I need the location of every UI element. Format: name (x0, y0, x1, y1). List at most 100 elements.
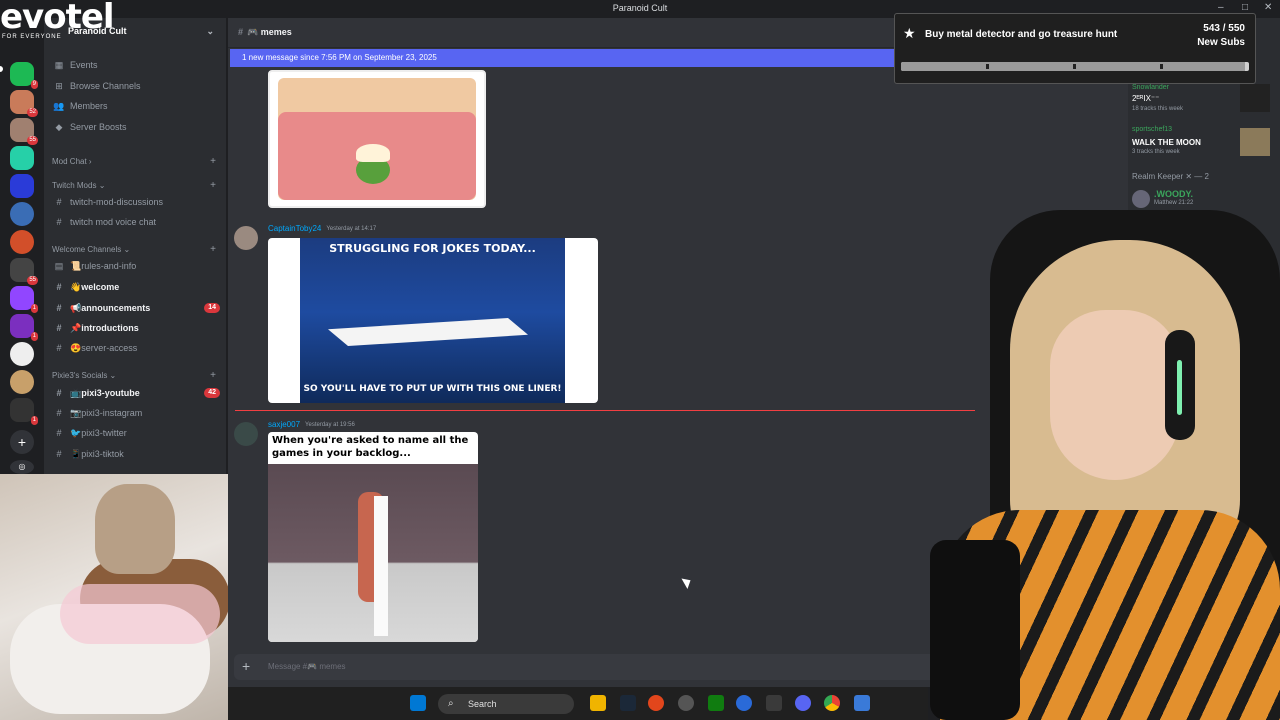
server-icon[interactable] (10, 370, 34, 394)
app-icon[interactable] (736, 695, 752, 711)
pet-webcam (0, 474, 228, 720)
channel-pixi3-tiktok[interactable]: # 📱pixi3-tiktok (52, 445, 220, 463)
avatar[interactable] (234, 226, 258, 250)
sidebar-item-browse-channels[interactable]: ⊞ Browse Channels (52, 77, 220, 95)
sidebar-item-members[interactable]: 👥 Members (52, 97, 220, 115)
category-label: Mod Chat (52, 156, 87, 166)
channel-introductions[interactable]: # 📌introductions (52, 319, 220, 337)
pet-blanket (60, 584, 220, 644)
category-pixie3-socials[interactable]: Pixie3's Socials ⌄ + (52, 368, 220, 382)
twitch-server-icon[interactable]: 1 (10, 286, 38, 313)
discover-icon[interactable]: ◎ (10, 460, 34, 474)
server-list: 9 52 55 55 1 1 1 + ◎ (0, 18, 44, 474)
category-mod-chat[interactable]: Mod Chat › + (52, 154, 220, 168)
channel-twitch-mod-discussions[interactable]: # twitch-mod-discussions (52, 193, 220, 211)
message-meta: CaptainToby24 Yesterday at 14:17 (268, 224, 376, 233)
calendar-icon: ▦ (54, 59, 64, 70)
goal-progress-bar (901, 62, 1249, 71)
close-icon[interactable]: ✕ (1264, 2, 1272, 13)
message-username[interactable]: CaptainToby24 (268, 224, 321, 233)
avatar[interactable] (234, 422, 258, 446)
terminal-icon[interactable] (766, 695, 782, 711)
maximize-icon[interactable]: □ (1242, 2, 1248, 13)
server-badge: 1 (30, 416, 38, 425)
xbox-icon[interactable] (708, 695, 724, 711)
star-icon: ★ (903, 25, 916, 41)
channel-rules-and-info[interactable]: ▤ 📜rules-and-info (52, 257, 220, 275)
progress-tick (986, 64, 989, 69)
windows-start-icon[interactable] (410, 695, 426, 711)
server-icon[interactable] (10, 230, 34, 254)
channel-name: twitch mod voice chat (70, 217, 157, 227)
message-username[interactable]: saxje007 (268, 420, 300, 429)
sidebar-item-events[interactable]: ▦ Events (52, 56, 220, 74)
message-input-placeholder[interactable]: Message #🎮 memes (268, 662, 346, 671)
meme-caption: When you're asked to name all the games … (272, 435, 469, 459)
app-icon[interactable] (854, 695, 870, 711)
progress-tick (1160, 64, 1163, 69)
new-messages-bar[interactable]: 1 new message since 7:56 PM on September… (230, 49, 898, 67)
track-title: WALK THE MOON (1132, 138, 1201, 147)
channel-welcome[interactable]: # 👋welcome (52, 278, 220, 296)
message-timestamp: Yesterday at 19:56 (305, 421, 355, 428)
server-icon[interactable]: 9 (10, 62, 38, 89)
channel-twitch-mod-voice-chat[interactable]: # twitch mod voice chat (52, 213, 220, 231)
app-icon[interactable] (648, 695, 664, 711)
category-twitch-mods[interactable]: Twitch Mods ⌄ + (52, 178, 220, 192)
sidebar-item-server-boosts[interactable]: ◆ Server Boosts (52, 118, 220, 136)
avatar[interactable] (1132, 190, 1150, 208)
channel-pixi3-youtube[interactable]: # 📺pixi3-youtube 42 (52, 384, 220, 402)
server-icon[interactable]: 1 (10, 398, 38, 425)
mouse-cursor-icon (681, 575, 694, 589)
long-paper-list (374, 496, 388, 636)
channel-pixi3-instagram[interactable]: # 📷pixi3-instagram (52, 404, 220, 422)
chrome-icon[interactable] (824, 695, 840, 711)
server-icon[interactable]: 1 (10, 314, 38, 341)
app-icon[interactable] (678, 695, 694, 711)
discord-icon[interactable] (795, 695, 811, 711)
meme-image[interactable]: STRUGGLING FOR JOKES TODAY... SO YOU'LL … (268, 238, 598, 403)
add-channel-icon[interactable]: + (210, 244, 216, 255)
channel-announcements[interactable]: # 📢announcements 14 (52, 299, 220, 317)
new-message-divider (235, 410, 975, 411)
window-title: Paranoid Cult (612, 3, 668, 13)
sub-goal-widget: ★ Buy metal detector and go treasure hun… (894, 13, 1256, 84)
sidebar-item-label: Members (70, 101, 108, 111)
add-server-icon[interactable]: + (10, 430, 34, 454)
server-icon[interactable]: 55 (10, 258, 38, 285)
rules-channel-icon: ▤ (54, 260, 64, 271)
server-icon[interactable] (10, 342, 34, 366)
taskbar-search[interactable]: ⌕ Search (438, 694, 574, 714)
meme-image[interactable] (268, 70, 486, 208)
member-name[interactable]: .WOODY. (1154, 189, 1193, 199)
headset (1165, 330, 1195, 440)
progress-tick (1073, 64, 1076, 69)
category-welcome-channels[interactable]: Welcome Channels ⌄ + (52, 242, 220, 256)
server-icon[interactable] (10, 146, 34, 170)
add-channel-icon[interactable]: + (210, 180, 216, 191)
channel-server-access[interactable]: # 😍server-access (52, 339, 220, 357)
server-badge: 1 (30, 304, 38, 313)
server-icon[interactable] (10, 174, 34, 198)
server-icon[interactable]: 52 (10, 90, 38, 117)
add-attachment-icon[interactable]: + (242, 658, 250, 674)
browse-channels-icon: ⊞ (55, 80, 63, 91)
add-channel-icon[interactable]: + (210, 370, 216, 381)
track-user[interactable]: sportschef13 (1132, 126, 1172, 133)
hash-icon: # (238, 27, 244, 37)
channel-name: 📺pixi3-youtube (70, 387, 140, 398)
channel-pixi3-twitter[interactable]: # 🐦pixi3-twitter (52, 424, 220, 442)
track-user[interactable]: Snowlander (1132, 84, 1169, 91)
streamer-face (1050, 310, 1180, 480)
meme-image[interactable]: When you're asked to name all the games … (268, 432, 478, 642)
meme-caption-top: STRUGGLING FOR JOKES TODAY... (329, 242, 536, 255)
steam-icon[interactable] (620, 695, 636, 711)
microphone (930, 540, 1020, 720)
role-header: Realm Keeper ✕ — 2 (1132, 172, 1209, 181)
minimize-icon[interactable]: – (1218, 2, 1224, 13)
server-icon[interactable] (10, 202, 34, 226)
channel-name: 📱pixi3-tiktok (70, 448, 124, 459)
server-icon[interactable]: 55 (10, 118, 38, 145)
add-channel-icon[interactable]: + (210, 156, 216, 167)
file-explorer-icon[interactable] (590, 695, 606, 711)
